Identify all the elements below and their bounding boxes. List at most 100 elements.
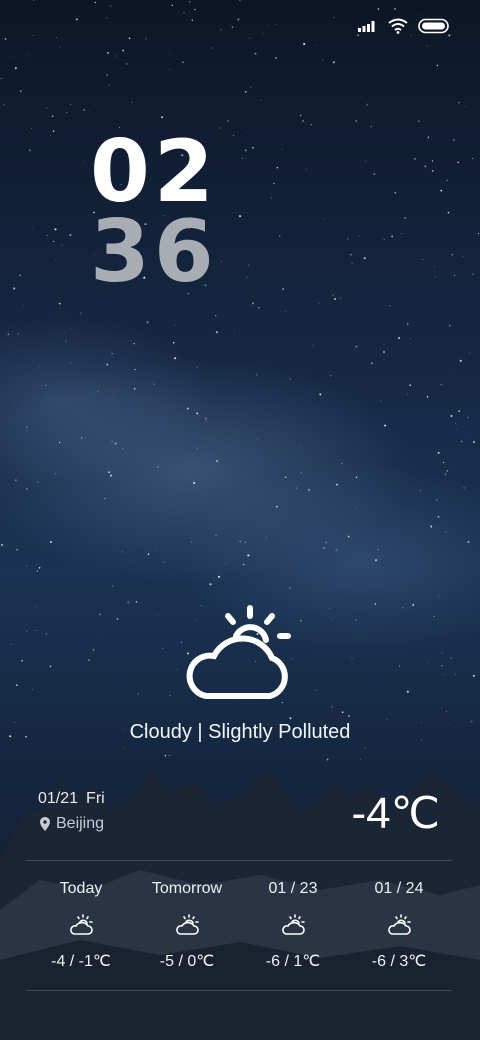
star (404, 217, 407, 220)
star (389, 304, 391, 307)
star (383, 238, 386, 241)
star (169, 53, 171, 55)
star (270, 197, 272, 199)
star (221, 260, 222, 262)
current-date: 01/21 Fri (38, 790, 105, 808)
star (419, 490, 421, 492)
star (132, 558, 134, 559)
star (196, 447, 198, 449)
star (299, 114, 302, 117)
star (251, 302, 254, 305)
forecast-temp: -6 / 3℃ (371, 953, 427, 970)
location-name: Beijing (56, 815, 105, 832)
star (436, 499, 438, 501)
star (332, 294, 334, 296)
star (471, 157, 474, 160)
star (114, 442, 117, 445)
star (437, 451, 440, 454)
star (104, 497, 106, 499)
star (437, 515, 440, 518)
star (265, 537, 267, 539)
star (26, 565, 28, 567)
star (329, 374, 332, 377)
star (325, 541, 328, 544)
star (23, 305, 25, 306)
star (145, 38, 147, 40)
star (457, 161, 459, 164)
star (37, 481, 39, 483)
forecast-day[interactable]: 01 / 23 -6 / 1℃ (240, 880, 346, 971)
star (472, 273, 474, 275)
star (440, 383, 443, 386)
star (174, 357, 177, 360)
star (350, 253, 352, 256)
date-text: 01/21 (38, 790, 79, 807)
star (0, 543, 4, 546)
star (419, 276, 421, 278)
star (31, 127, 33, 129)
star (147, 553, 150, 555)
star (310, 124, 312, 126)
star (323, 218, 325, 220)
star (127, 601, 130, 604)
star (467, 540, 470, 543)
star (153, 383, 155, 385)
star (95, 104, 97, 106)
star (13, 287, 16, 290)
forecast-day[interactable]: Tomorrow -5 / 0℃ (134, 880, 240, 971)
star (69, 402, 70, 404)
star (366, 103, 369, 106)
star (237, 18, 240, 21)
star (248, 264, 250, 266)
star (75, 18, 78, 21)
star (450, 415, 453, 417)
star (61, 244, 63, 246)
star (116, 618, 119, 620)
star (256, 374, 258, 376)
star (227, 120, 229, 122)
star (423, 437, 425, 439)
partly-cloudy-icon (70, 914, 93, 935)
star (284, 311, 286, 313)
star (319, 393, 322, 396)
star (242, 563, 245, 566)
forecast-day[interactable]: Today -4 / -1℃ (28, 880, 134, 971)
star (244, 90, 247, 93)
star (45, 107, 48, 109)
star (468, 352, 470, 354)
star (162, 25, 164, 27)
star (442, 673, 444, 676)
star (253, 530, 254, 532)
star (427, 136, 430, 138)
star (169, 694, 171, 697)
star (215, 331, 218, 334)
star (14, 479, 17, 482)
star (334, 298, 336, 300)
star (438, 595, 440, 597)
star (299, 303, 301, 305)
star (281, 148, 283, 150)
star (69, 234, 72, 237)
star (418, 120, 420, 122)
star (32, 689, 33, 690)
star (80, 436, 83, 439)
star (423, 258, 425, 260)
forecast-day[interactable]: 01 / 24 -6 / 3℃ (346, 880, 452, 971)
star (126, 63, 128, 65)
star (115, 55, 117, 57)
star (409, 338, 412, 340)
star (219, 127, 222, 129)
star (133, 342, 135, 345)
star (450, 657, 453, 660)
star (282, 288, 285, 291)
forecast-temp: -5 / 0℃ (159, 953, 215, 970)
star (99, 613, 101, 616)
star (191, 19, 194, 22)
star (362, 691, 364, 692)
star (26, 630, 28, 632)
location[interactable]: Beijing (40, 815, 104, 833)
star (39, 365, 41, 367)
star (281, 508, 283, 510)
current-temperature: -4℃ (351, 789, 440, 838)
star (45, 384, 47, 386)
